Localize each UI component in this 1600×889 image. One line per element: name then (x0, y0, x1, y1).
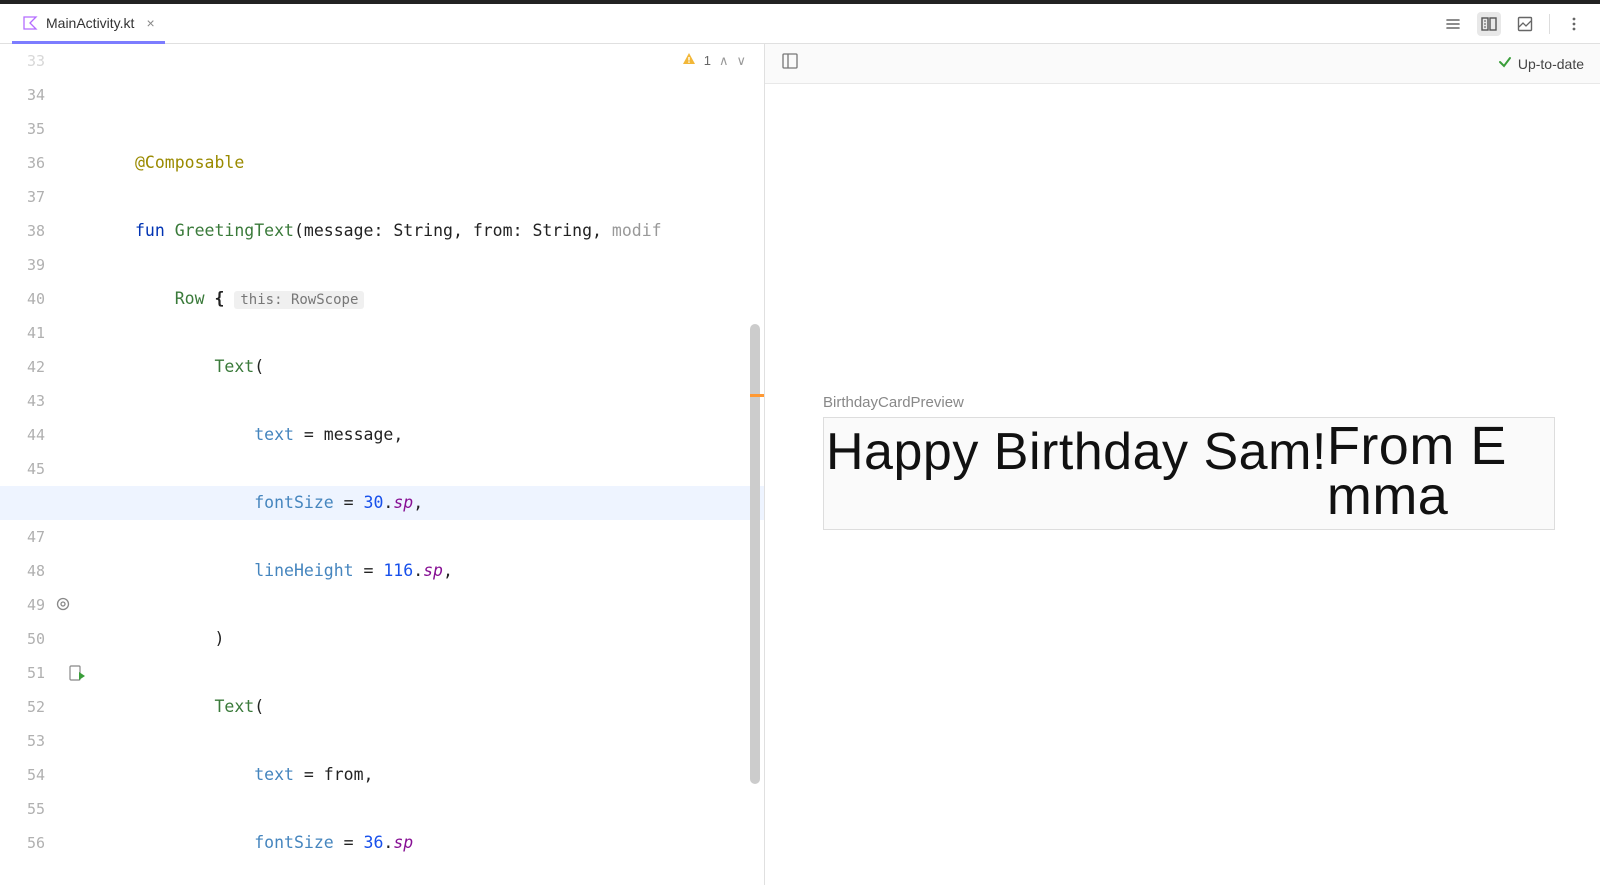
line-number: 35 (0, 112, 45, 146)
greeting-message-text: Happy Birthday Sam! (826, 422, 1327, 482)
line-number: 48 (0, 554, 45, 588)
line-number: 36 (0, 146, 45, 180)
design-view-icon[interactable] (1513, 12, 1537, 36)
line-number: 44 (0, 418, 45, 452)
preview-toolbar: Up-to-date (765, 44, 1600, 84)
line-number-gutter: 33 34 35 36 37 38 39 40 41 42 43 44 45 4… (0, 44, 55, 885)
preview-build-status: Up-to-date (1498, 55, 1584, 72)
line-number: 40 (0, 282, 45, 316)
check-icon (1498, 55, 1512, 72)
file-tab[interactable]: MainActivity.kt × (12, 5, 165, 44)
code-content[interactable]: @Composable fun GreetingText(message: St… (135, 44, 765, 885)
preview-canvas[interactable]: BirthdayCardPreview Happy Birthday Sam! … (765, 84, 1600, 560)
more-options-icon[interactable] (1562, 12, 1586, 36)
tab-bar: MainActivity.kt × (0, 4, 1600, 44)
kotlin-file-icon (22, 15, 38, 31)
line-number: 41 (0, 316, 45, 350)
close-tab-icon[interactable]: × (146, 15, 154, 31)
line-number: 50 (0, 622, 45, 656)
line-number: 39 (0, 248, 45, 282)
run-preview-icon[interactable] (69, 664, 87, 682)
line-number: 37 (0, 180, 45, 214)
editor-scrollbar[interactable] (750, 324, 760, 784)
layout-panel-icon[interactable] (781, 52, 799, 75)
preview-render-surface[interactable]: Happy Birthday Sam! From Emma (823, 417, 1555, 530)
main-split: 1 ∧ ∨ 33 34 35 36 37 38 39 40 41 42 43 4… (0, 44, 1600, 885)
caret-stripe-marker (750, 394, 764, 397)
greeting-from-text: From Emma (1327, 422, 1552, 521)
code-editor-pane[interactable]: 1 ∧ ∨ 33 34 35 36 37 38 39 40 41 42 43 4… (0, 44, 765, 885)
line-number: 38 (0, 214, 45, 248)
line-number: 56 (0, 826, 45, 860)
preview-composable-name: BirthdayCardPreview (823, 394, 1560, 411)
line-number: 33 (0, 44, 45, 78)
toolbar-divider (1549, 14, 1550, 34)
line-number: 52 (0, 690, 45, 724)
editor-view-controls (1441, 12, 1586, 36)
receiver-hint: this: RowScope (234, 291, 364, 309)
line-number: 49 (0, 588, 45, 622)
line-number: 34 (0, 78, 45, 112)
gutter-icons (55, 44, 95, 885)
line-number: 54 (0, 758, 45, 792)
code-view-icon[interactable] (1441, 12, 1465, 36)
line-number: 43 (0, 384, 45, 418)
line-number: 53 (0, 724, 45, 758)
preview-status-text: Up-to-date (1518, 56, 1584, 72)
tab-filename: MainActivity.kt (46, 15, 134, 31)
split-view-icon[interactable] (1477, 12, 1501, 36)
line-number: 45 (0, 452, 45, 486)
line-number: 42 (0, 350, 45, 384)
line-number: 51 (0, 656, 45, 690)
compose-preview-pane: Up-to-date BirthdayCardPreview Happy Bir… (765, 44, 1600, 885)
line-number: 47 (0, 520, 45, 554)
gear-icon[interactable] (55, 596, 73, 614)
line-number: 55 (0, 792, 45, 826)
